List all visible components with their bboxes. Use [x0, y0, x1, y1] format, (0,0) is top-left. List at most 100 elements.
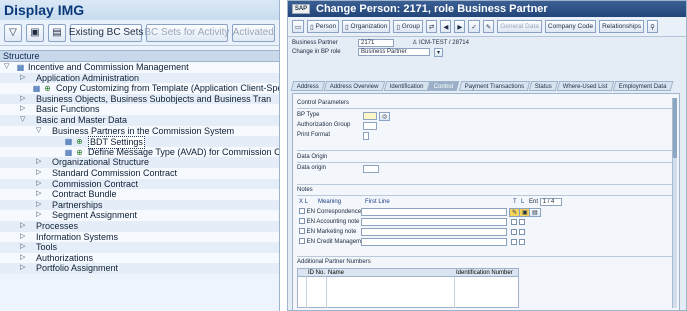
documentation-icon[interactable]: ▦: [16, 63, 25, 72]
tree-node[interactable]: ▽ Basic and Master Data: [0, 114, 279, 126]
note-flag-checkbox[interactable]: [519, 239, 525, 245]
note-meaning: Accounting note: [316, 219, 360, 225]
tree-node[interactable]: ▦ ⊕ Copy Customizing from Template (Applic…: [0, 83, 279, 94]
partner-numbers-table: ID No. Name Identification Number: [297, 268, 519, 308]
bp-type-field[interactable]: [363, 112, 377, 120]
notes-header: X L Meaning First Line T L Ent 1 / 4: [299, 198, 562, 206]
note-row: EN Credit Management: [299, 238, 525, 246]
link-icon[interactable]: ⚲: [647, 20, 658, 33]
tree-node-label: Copy Customizing from Template (Applicat…: [56, 83, 280, 94]
note-flag-checkbox[interactable]: [511, 219, 517, 225]
auth-group-label: Authorization Group: [297, 122, 351, 128]
window-title: SAP Change Person: 2171, role Business P…: [288, 1, 686, 17]
company-code-button[interactable]: Company Code: [544, 20, 597, 33]
expand-icon[interactable]: ▷: [20, 253, 25, 264]
next-icon[interactable]: ▶: [454, 20, 466, 33]
note-first-line-field[interactable]: [361, 238, 507, 246]
note-flag-checkbox[interactable]: [511, 229, 517, 235]
switch-icon[interactable]: ⇄: [425, 20, 438, 33]
check-icon[interactable]: ✓: [468, 20, 480, 33]
note-first-line-field[interactable]: [361, 218, 507, 226]
note-flag-checkbox[interactable]: [519, 219, 525, 225]
tab-identification[interactable]: Identification: [383, 81, 430, 91]
expand-icon[interactable]: ▷: [36, 157, 41, 168]
auth-group-field[interactable]: [363, 122, 377, 130]
tab-employment-data[interactable]: Employment Data: [612, 81, 673, 91]
relationships-button[interactable]: Relationships: [599, 20, 645, 33]
expand-icon[interactable]: ▷: [20, 242, 25, 253]
execute-icon[interactable]: ⊕: [75, 137, 84, 146]
group-button[interactable]: ▯ Group: [393, 20, 423, 33]
print-format-field[interactable]: [363, 132, 369, 140]
organization-button[interactable]: ▯ Organization: [342, 20, 391, 33]
documentation-icon[interactable]: ▦: [64, 137, 73, 146]
expand-icon[interactable]: ▷: [36, 168, 41, 179]
collapse-icon[interactable]: ▽: [20, 115, 25, 126]
person-button[interactable]: ▯ Person: [307, 20, 340, 33]
tree-node[interactable]: ▽ ▦ Incentive and Commission Management: [0, 62, 279, 73]
tree-node[interactable]: ▷ Standard Commission Contract: [0, 168, 279, 179]
info-icon[interactable]: ▤: [48, 23, 66, 42]
general-data-button[interactable]: General Data: [497, 20, 542, 33]
expand-icon[interactable]: ▷: [20, 73, 25, 84]
tab-control[interactable]: Control: [428, 81, 461, 91]
documentation-icon[interactable]: ▦: [32, 84, 41, 93]
activated-button[interactable]: Activated: [231, 23, 275, 42]
expand-icon[interactable]: ▷: [20, 221, 25, 232]
tree-node[interactable]: ▦ ⊕ BDT Settings: [0, 136, 279, 149]
tree-node-label: Information Systems: [36, 231, 119, 242]
tree-node[interactable]: ▷ Information Systems: [0, 232, 279, 243]
tab-where-used-list[interactable]: Where-Used List: [556, 81, 615, 91]
tree-node[interactable]: ▽ Business Partners in the Commission Sys…: [0, 126, 279, 137]
tree-node[interactable]: ▷ Organizational Structure: [0, 157, 279, 168]
collapse-icon[interactable]: ▽: [36, 126, 41, 137]
execute-icon[interactable]: ⊕: [43, 84, 52, 93]
data-origin-section: Data Origin: [297, 154, 328, 160]
role-dropdown-icon[interactable]: ▾: [434, 48, 444, 57]
note-first-line-field[interactable]: [361, 208, 507, 216]
expand-icon[interactable]: ▽: [4, 23, 22, 42]
tree-node[interactable]: ▷ Segment Assignment: [0, 210, 279, 221]
expand-icon[interactable]: ▷: [20, 263, 25, 274]
tree-node[interactable]: ▷ Authorizations: [0, 253, 279, 264]
tree-node[interactable]: ▷ Basic Functions: [0, 104, 279, 115]
edit-icon[interactable]: ✎: [482, 20, 495, 33]
expand-icon[interactable]: ▷: [36, 189, 41, 200]
tree-node[interactable]: ▷ Contract Bundle: [0, 189, 279, 200]
bc-sets-for-activity-button[interactable]: BC Sets for Activity: [144, 23, 229, 42]
collapse-icon[interactable]: ▽: [4, 62, 9, 73]
expand-icon[interactable]: ▷: [20, 232, 25, 243]
note-first-line-field[interactable]: [361, 228, 507, 236]
note-flag-checkbox[interactable]: [511, 239, 517, 245]
tab-address[interactable]: Address: [290, 81, 326, 91]
existing-bc-sets-button[interactable]: Existing BC Sets: [69, 23, 143, 42]
note-flag-checkbox[interactable]: [519, 229, 525, 235]
panel-scrollbar[interactable]: [672, 98, 677, 308]
tree-node[interactable]: ▷ Business Objects, Business Subobjects a…: [0, 93, 279, 105]
expand-icon[interactable]: ▷: [20, 94, 25, 105]
expand-icon[interactable]: ▷: [36, 200, 41, 211]
tree-node[interactable]: ▷ Tools: [0, 242, 279, 253]
note-delete-icon[interactable]: ▤: [529, 208, 541, 217]
tree-node[interactable]: ▦ ⊕ Define Message Type (AVAD) for Commiss…: [0, 147, 279, 158]
tab-status[interactable]: Status: [528, 81, 559, 91]
tab-address-overview[interactable]: Address Overview: [323, 81, 386, 91]
bp-type-search-icon[interactable]: ◎: [379, 112, 391, 121]
prev-icon[interactable]: ◀: [440, 20, 452, 33]
save-icon[interactable]: ▣: [26, 23, 44, 42]
expand-icon[interactable]: ▷: [36, 179, 41, 190]
expand-icon[interactable]: ▷: [20, 104, 25, 115]
tree-node[interactable]: ▷ Commission Contract: [0, 178, 279, 190]
role-select[interactable]: Business Partner: [358, 48, 430, 56]
bp-number-field[interactable]: 2171: [358, 39, 394, 47]
expand-icon[interactable]: ▷: [36, 210, 41, 221]
tree-node[interactable]: ▷ Application Administration: [0, 72, 279, 84]
tree-node[interactable]: ▷ Partnerships: [0, 199, 279, 211]
documentation-icon[interactable]: ▦: [64, 148, 73, 157]
data-origin-field[interactable]: [363, 165, 379, 173]
tab-payment-transactions[interactable]: Payment Transactions: [458, 81, 531, 91]
tree-node[interactable]: ▷ Processes: [0, 220, 279, 232]
display-change-icon[interactable]: ▭: [292, 20, 305, 33]
execute-icon[interactable]: ⊕: [75, 148, 84, 157]
tree-node[interactable]: ▷ Portfolio Assignment: [0, 263, 279, 274]
